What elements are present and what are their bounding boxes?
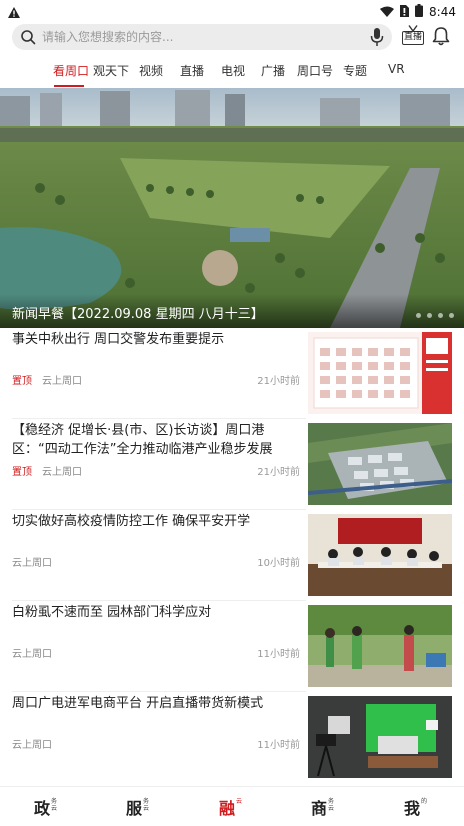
divider: [12, 509, 306, 510]
bell-icon[interactable]: [432, 26, 450, 50]
divider: [12, 691, 306, 692]
nav-rong-cloud[interactable]: 融 云: [219, 795, 244, 819]
nav-small-label: 务云: [143, 798, 150, 812]
news-thumbnail: [308, 332, 452, 414]
no-sim-icon: [400, 2, 410, 21]
channel-tabs: 看周口 观天下 视频 直播 电视 广播 周口号 专题 VR: [0, 62, 464, 88]
news-item[interactable]: 事关中秋出行 周口交警发布重要提示 置顶 云上周口 21小时前: [0, 330, 464, 420]
nav-mine[interactable]: 我 的: [404, 795, 429, 819]
search-input[interactable]: [42, 27, 362, 47]
tab-tv[interactable]: 电视: [221, 62, 245, 79]
nav-big-label: 服: [126, 799, 143, 818]
studio-thumb-icon: [308, 696, 452, 778]
hero-image: [0, 88, 464, 328]
news-item[interactable]: 切实做好高校疫情防控工作 确保平安开学 云上周口 10小时前: [0, 512, 464, 602]
news-title: 白粉虱不速而至 园林部门科学应对: [12, 605, 212, 620]
port-aerial-thumb-icon: [308, 423, 452, 505]
news-time: 21小时前: [257, 376, 300, 387]
hero-caption: 新闻早餐【2022.09.08 星期四 八月十三】: [12, 307, 264, 322]
news-title: 周口广电进军电商平台 开启直播带货新模式: [12, 696, 264, 711]
news-meta: 云上周口: [12, 554, 52, 569]
pinned-badge: 置顶: [12, 467, 32, 478]
news-time: 21小时前: [257, 467, 300, 478]
news-item[interactable]: 白粉虱不速而至 园林部门科学应对 云上周口 11小时前: [0, 603, 464, 693]
carousel-dot: [416, 313, 421, 318]
news-title: 切实做好高校疫情防控工作 确保平安开学: [12, 514, 251, 529]
news-time: 11小时前: [257, 740, 300, 751]
tab-special[interactable]: 专题: [343, 62, 367, 79]
carousel-indicator: [416, 313, 454, 318]
search-icon: [20, 29, 36, 49]
news-meta: 置顶 云上周口: [12, 463, 82, 478]
nav-zhengwu-cloud[interactable]: 政 务云: [34, 795, 59, 819]
nav-shangwu-cloud[interactable]: 商 务云: [311, 795, 336, 819]
tab-live[interactable]: 直播: [180, 62, 204, 79]
nav-big-label: 我: [404, 799, 421, 818]
tab-vr[interactable]: VR: [388, 62, 405, 76]
news-meta: 云上周口: [12, 645, 52, 660]
tab-radio[interactable]: 广播: [261, 62, 285, 79]
nav-small-label: 务云: [328, 798, 335, 812]
tab-video[interactable]: 视频: [139, 62, 163, 79]
news-thumbnail: [308, 696, 452, 778]
battery-icon: [415, 2, 424, 21]
news-title: 【稳经济 促增长·县(市、区)长访谈】周口港区：“四动工作法”全力推动临港产业稳…: [12, 423, 273, 457]
news-thumbnail: [308, 514, 452, 596]
nav-big-label: 政: [34, 799, 51, 818]
news-time: 10小时前: [257, 558, 300, 569]
live-tv-button[interactable]: 直播: [402, 25, 424, 49]
search-row: 直播: [0, 24, 464, 54]
search-bar[interactable]: [12, 24, 392, 50]
news-meta: 云上周口: [12, 736, 52, 751]
bottom-navigation: 政 务云 服 务云 融 云 商 务云 我 的: [0, 786, 464, 826]
divider: [12, 418, 306, 419]
divider: [12, 600, 306, 601]
pinned-badge: 置顶: [12, 376, 32, 387]
nav-small-label: 的: [421, 798, 428, 805]
carousel-dot: [438, 313, 443, 318]
microphone-icon[interactable]: [370, 27, 384, 51]
live-tv-label: 直播: [402, 31, 424, 45]
news-thumbnail: [308, 423, 452, 505]
calendar-thumb-icon: [308, 332, 452, 414]
carousel-dot: [427, 313, 432, 318]
news-source: 云上周口: [42, 467, 82, 478]
news-time: 11小时前: [257, 649, 300, 660]
hero-banner[interactable]: 新闻早餐【2022.09.08 星期四 八月十三】: [0, 88, 464, 328]
active-tab-indicator: [54, 85, 84, 87]
news-thumbnail: [308, 605, 452, 687]
clock-time: 8:44: [429, 4, 456, 19]
meeting-room-thumb-icon: [308, 514, 452, 596]
news-source: 云上周口: [12, 740, 52, 751]
garden-workers-thumb-icon: [308, 605, 452, 687]
wifi-icon: [380, 2, 395, 21]
news-item[interactable]: 【稳经济 促增长·县(市、区)长访谈】周口港区：“四动工作法”全力推动临港产业稳…: [0, 421, 464, 511]
news-meta: 置顶 云上周口: [12, 372, 82, 387]
news-source: 云上周口: [42, 376, 82, 387]
nav-small-label: 务云: [51, 798, 58, 812]
news-item[interactable]: 周口广电进军电商平台 开启直播带货新模式 云上周口 11小时前: [0, 694, 464, 784]
tab-guantianxia[interactable]: 观天下: [93, 62, 129, 79]
news-source: 云上周口: [12, 558, 52, 569]
carousel-dot: [449, 313, 454, 318]
news-source: 云上周口: [12, 649, 52, 660]
nav-big-label: 融: [219, 799, 236, 818]
tab-kanzhoukou[interactable]: 看周口: [53, 62, 89, 79]
tab-zhoukouhao[interactable]: 周口号: [297, 62, 333, 79]
news-title: 事关中秋出行 周口交警发布重要提示: [12, 332, 225, 347]
nav-big-label: 商: [311, 799, 328, 818]
warning-icon: [8, 3, 20, 22]
nav-small-label: 云: [236, 798, 243, 805]
status-bar: 8:44: [0, 0, 464, 20]
nav-fuwu-cloud[interactable]: 服 务云: [126, 795, 151, 819]
